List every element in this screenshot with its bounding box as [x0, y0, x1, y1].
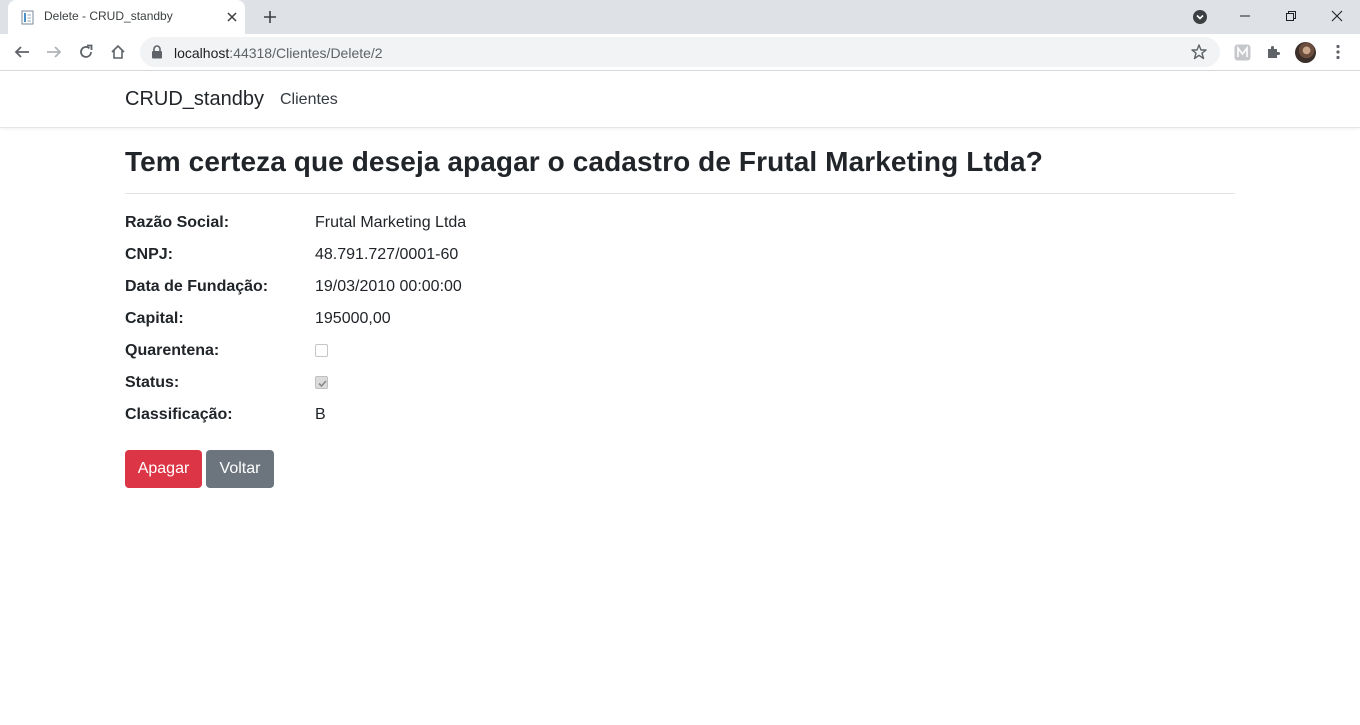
field-value: 48.791.727/0001-60: [315, 246, 459, 263]
detail-row-quarentena: Quarentena:: [125, 342, 725, 366]
tab-title: Delete - CRUD_standby: [44, 9, 173, 23]
browser-tab[interactable]: Delete - CRUD_standby: [8, 0, 245, 34]
field-label: Data de Fundação:: [125, 278, 269, 295]
detail-row-capital: Capital: 195000,00: [125, 310, 725, 334]
close-window-icon[interactable]: [1314, 0, 1360, 32]
field-label: Classificação:: [125, 406, 233, 423]
field-label: Status:: [125, 374, 180, 391]
forward-icon[interactable]: [40, 38, 68, 66]
lock-icon[interactable]: [151, 45, 163, 59]
profile-avatar[interactable]: [1295, 42, 1316, 63]
quarentena-checkbox: [315, 344, 328, 357]
detail-row-data-fundacao: Data de Fundação: 19/03/2010 00:00:00: [125, 278, 725, 302]
nav-link-clientes[interactable]: Clientes: [280, 91, 338, 109]
tab-search-icon[interactable]: [1191, 8, 1209, 26]
divider: [125, 193, 1235, 194]
detail-row-status: Status:: [125, 374, 725, 398]
field-label: CNPJ:: [125, 246, 174, 263]
page-title: Tem certeza que deseja apagar o cadastro…: [125, 146, 1043, 177]
navbar-brand[interactable]: CRUD_standby: [125, 88, 264, 111]
page-icon: [21, 10, 35, 25]
field-value: B: [315, 406, 326, 423]
extensions-puzzle-icon[interactable]: [1264, 43, 1282, 61]
home-icon[interactable]: [104, 38, 132, 66]
reload-icon[interactable]: [72, 38, 100, 66]
close-tab-icon[interactable]: [221, 6, 243, 28]
back-button[interactable]: Voltar: [206, 450, 274, 488]
field-label: Capital:: [125, 310, 184, 327]
extension-m-icon[interactable]: [1233, 43, 1251, 61]
new-tab-icon[interactable]: [258, 6, 282, 28]
delete-button[interactable]: Apagar: [125, 450, 202, 488]
field-label: Razão Social:: [125, 214, 230, 231]
field-value: 195000,00: [315, 310, 391, 327]
detail-row-cnpj: CNPJ: 48.791.727/0001-60: [125, 246, 725, 270]
browser-toolbar: localhost:44318/Clientes/Delete/2: [0, 34, 1360, 71]
back-icon[interactable]: [8, 38, 36, 66]
detail-row-razao-social: Razão Social: Frutal Marketing Ltda: [125, 214, 725, 238]
detail-row-classificacao: Classificação: B: [125, 406, 725, 430]
restore-icon[interactable]: [1268, 0, 1314, 32]
url-text: localhost:44318/Clientes/Delete/2: [174, 45, 383, 61]
site-navbar: CRUD_standby Clientes: [0, 71, 1360, 128]
browser-tab-strip: Delete - CRUD_standby: [0, 0, 1360, 34]
bookmark-star-icon[interactable]: [1190, 43, 1208, 61]
status-checkbox: [315, 376, 328, 389]
minimize-icon[interactable]: [1222, 0, 1268, 32]
field-label: Quarentena:: [125, 342, 220, 359]
field-value: 19/03/2010 00:00:00: [315, 278, 462, 295]
address-bar[interactable]: localhost:44318/Clientes/Delete/2: [140, 37, 1220, 67]
more-menu-icon[interactable]: [1330, 43, 1346, 61]
field-value: Frutal Marketing Ltda: [315, 214, 467, 231]
